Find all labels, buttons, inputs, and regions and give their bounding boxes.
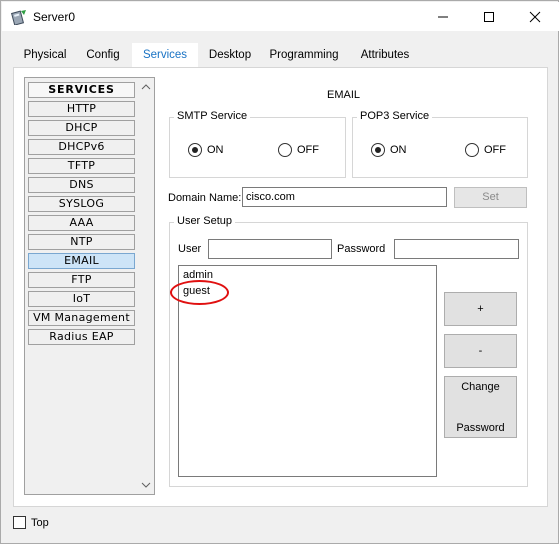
- service-item-vm-management[interactable]: VM Management: [28, 310, 135, 326]
- tab-attributes[interactable]: Attributes: [351, 43, 419, 67]
- smtp-on-label: ON: [207, 144, 224, 156]
- service-list-scrollbar[interactable]: [138, 79, 154, 493]
- service-item-dns[interactable]: DNS: [28, 177, 135, 193]
- pop3-on-radio[interactable]: [371, 143, 385, 157]
- top-label: Top: [31, 517, 49, 529]
- service-item-syslog[interactable]: SYSLOG: [28, 196, 135, 212]
- radio-selected-dot: [375, 147, 381, 153]
- change-password-button[interactable]: Change Password: [444, 376, 517, 438]
- service-item-radius-eap[interactable]: Radius EAP: [28, 329, 135, 345]
- service-item-email[interactable]: EMAIL: [28, 253, 135, 269]
- smtp-off-radio[interactable]: [278, 143, 292, 157]
- tab-desktop[interactable]: Desktop: [203, 43, 257, 67]
- tab-programming[interactable]: Programming: [266, 43, 342, 67]
- scroll-down-icon[interactable]: [138, 477, 154, 493]
- change-password-line2: Password: [456, 422, 505, 434]
- pop3-off-label: OFF: [484, 144, 506, 156]
- email-section-title: EMAIL: [327, 89, 361, 101]
- service-item-ftp[interactable]: FTP: [28, 272, 135, 288]
- remove-user-button[interactable]: -: [444, 334, 517, 368]
- smtp-service-label: SMTP Service: [174, 110, 251, 122]
- minimize-button[interactable]: [420, 2, 466, 31]
- domain-name-label: Domain Name:: [168, 192, 242, 204]
- smtp-off-label: OFF: [297, 144, 319, 156]
- add-user-button[interactable]: +: [444, 292, 517, 326]
- smtp-on-radio[interactable]: [188, 143, 202, 157]
- user-label: User: [178, 243, 202, 255]
- maximize-icon: [484, 12, 494, 22]
- service-item-aaa[interactable]: AAA: [28, 215, 135, 231]
- service-item-ntp[interactable]: NTP: [28, 234, 135, 250]
- service-item-iot[interactable]: IoT: [28, 291, 135, 307]
- maximize-button[interactable]: [466, 2, 512, 31]
- service-list: SERVICES HTTP DHCP DHCPv6 TFTP DNS SYSLO…: [24, 77, 155, 495]
- tab-config[interactable]: Config: [79, 43, 127, 67]
- pop3-on-label: ON: [390, 144, 407, 156]
- pop3-service-label: POP3 Service: [357, 110, 433, 122]
- user-setup-label: User Setup: [174, 215, 236, 227]
- service-list-header: SERVICES: [28, 82, 135, 98]
- window-title: Server0: [33, 10, 76, 24]
- title-bar: Server0: [2, 2, 559, 31]
- user-input[interactable]: [208, 239, 332, 259]
- password-label: Password: [337, 243, 386, 255]
- service-item-http[interactable]: HTTP: [28, 101, 135, 117]
- tab-services-label: Services: [142, 49, 188, 61]
- top-checkbox[interactable]: [13, 516, 26, 529]
- set-domain-button[interactable]: Set: [454, 187, 527, 208]
- highlight-circle: [170, 280, 229, 305]
- service-item-dhcp[interactable]: DHCP: [28, 120, 135, 136]
- radio-selected-dot: [192, 147, 198, 153]
- tab-services[interactable]: Services: [132, 43, 198, 69]
- server-icon: [11, 9, 27, 26]
- domain-name-input[interactable]: cisco.com: [242, 187, 447, 207]
- service-item-dhcpv6[interactable]: DHCPv6: [28, 139, 135, 155]
- scroll-up-icon[interactable]: [138, 79, 154, 95]
- service-item-tftp[interactable]: TFTP: [28, 158, 135, 174]
- server-window: Server0 Physical Config Services Desktop…: [0, 0, 559, 544]
- password-input[interactable]: [394, 239, 519, 259]
- minimize-icon: [438, 16, 448, 18]
- close-icon: [529, 11, 541, 23]
- close-button[interactable]: [512, 2, 558, 31]
- tab-physical[interactable]: Physical: [17, 43, 73, 67]
- change-password-line1: Change: [461, 381, 500, 393]
- pop3-off-radio[interactable]: [465, 143, 479, 157]
- tab-strip: Physical Config Services Desktop Program…: [13, 43, 548, 69]
